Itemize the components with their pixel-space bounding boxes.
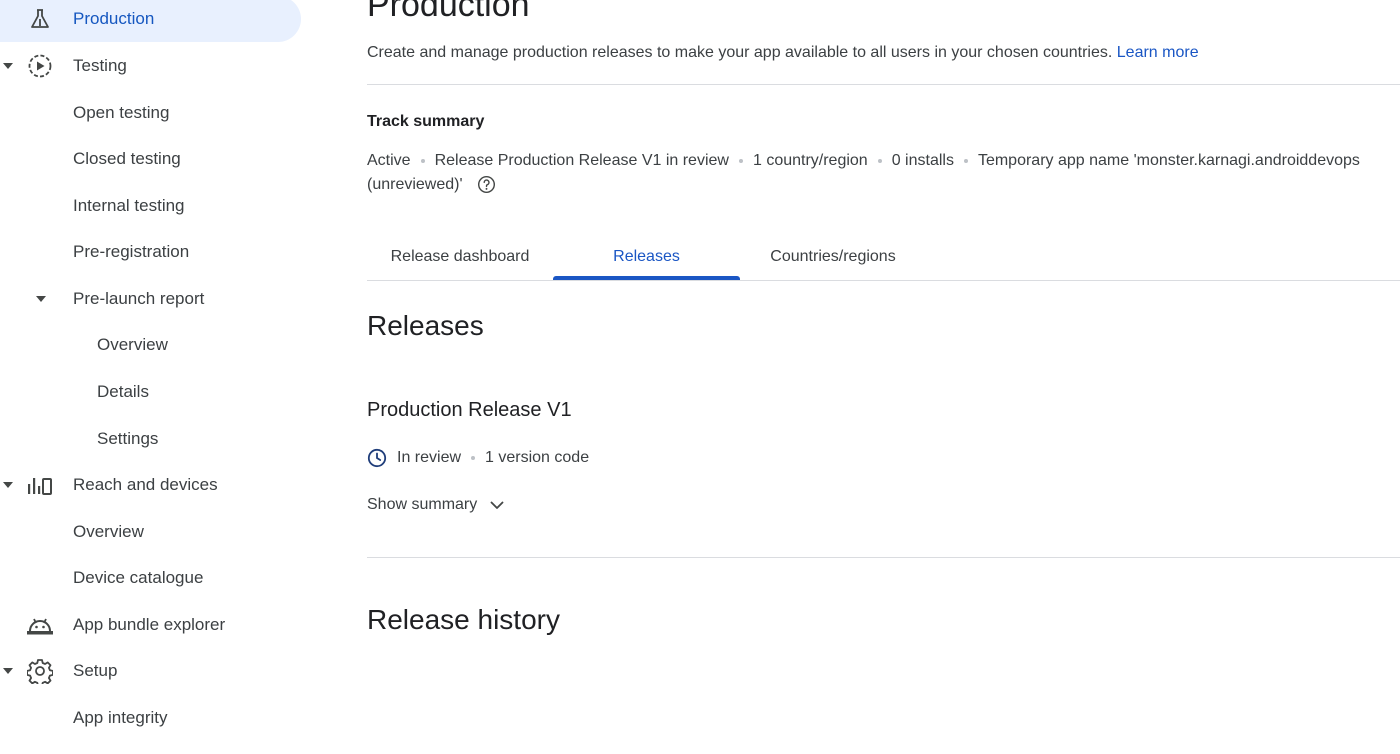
track-status: Active [367, 152, 411, 169]
learn-more-link[interactable]: Learn more [1117, 44, 1199, 61]
sidebar-item-pre-launch-settings[interactable]: Settings [0, 416, 301, 462]
sidebar-item-label: Details [97, 382, 149, 401]
sidebar-item-label: Internal testing [73, 196, 185, 215]
chevron-down-icon [489, 497, 505, 513]
sidebar-item-production[interactable]: Production [0, 0, 301, 42]
sidebar: Production Testing Open testing Closed t… [0, 0, 330, 754]
production-icon [26, 5, 54, 33]
sidebar-item-device-catalogue[interactable]: Device catalogue [0, 555, 301, 601]
page: Production Testing Open testing Closed t… [0, 0, 1400, 754]
track-summary-label: Track summary [367, 113, 485, 130]
tab-countries-regions[interactable]: Countries/regions [740, 234, 926, 280]
sidebar-item-label: Reach and devices [73, 475, 218, 494]
testing-icon [26, 52, 54, 80]
main-content: Production Create and manage production … [367, 0, 1400, 754]
sidebar-item-pre-launch-details[interactable]: Details [0, 369, 301, 415]
chevron-down-icon[interactable] [3, 668, 13, 674]
track-installs: 0 installs [891, 152, 954, 169]
page-title: Production [367, 0, 530, 24]
chevron-down-icon[interactable] [3, 63, 13, 69]
track-summary-details-cont: (unreviewed)' [367, 175, 496, 194]
sidebar-item-label: Setup [73, 661, 118, 680]
release-status-row: In review 1 version code [367, 448, 589, 468]
sidebar-item-label: Settings [97, 429, 159, 448]
release-version-codes: 1 version code [485, 449, 590, 466]
sidebar-item-label: Closed testing [73, 149, 181, 168]
separator-dot [420, 158, 425, 163]
release-history-heading: Release history [367, 604, 560, 635]
sidebar-item-pre-launch-overview[interactable]: Overview [0, 322, 301, 368]
sidebar-item-app-bundle-explorer[interactable]: App bundle explorer [0, 602, 301, 648]
release-status: In review [397, 449, 462, 466]
sidebar-item-testing[interactable]: Testing [0, 43, 301, 89]
chevron-down-icon[interactable] [36, 296, 46, 302]
sidebar-item-label: App integrity [73, 708, 168, 727]
sidebar-item-pre-registration[interactable]: Pre-registration [0, 229, 301, 275]
tab-releases[interactable]: Releases [553, 234, 740, 280]
sidebar-item-label: Production [73, 9, 155, 28]
gear-icon [26, 657, 54, 685]
sidebar-item-label: Overview [97, 335, 168, 354]
sidebar-item-reach-and-devices[interactable]: Reach and devices [0, 462, 301, 508]
sidebar-item-internal-testing[interactable]: Internal testing [0, 183, 301, 229]
reach-devices-icon [26, 471, 54, 499]
track-app-name: Temporary app name 'monster.karnagi.andr… [977, 152, 1360, 169]
track-summary-details: Active Release Production Release V1 in r… [367, 152, 1360, 170]
separator-dot [963, 158, 968, 163]
separator-dot [471, 456, 476, 460]
sidebar-item-app-integrity[interactable]: App integrity [0, 695, 301, 741]
release-divider [367, 557, 1400, 558]
show-summary-button[interactable]: Show summary [367, 496, 505, 514]
sidebar-item-open-testing[interactable]: Open testing [0, 90, 301, 136]
release-name: Production Release V1 [367, 399, 572, 421]
chevron-down-icon[interactable] [3, 482, 13, 488]
tab-bar: Release dashboard Releases Countries/reg… [367, 234, 1400, 282]
sidebar-item-label: Device catalogue [73, 568, 204, 587]
sidebar-item-reach-overview[interactable]: Overview [0, 509, 301, 555]
header-divider [367, 84, 1400, 85]
sidebar-item-closed-testing[interactable]: Closed testing [0, 136, 301, 182]
tab-divider [367, 280, 1400, 281]
show-summary-label: Show summary [367, 496, 478, 513]
sidebar-item-label: Pre-registration [73, 242, 190, 261]
track-countries: 1 country/region [752, 152, 868, 169]
clock-icon [367, 448, 387, 468]
sidebar-item-label: App bundle explorer [73, 615, 226, 634]
separator-dot [877, 158, 882, 163]
help-icon[interactable] [477, 175, 496, 194]
sidebar-item-pre-launch-report[interactable]: Pre-launch report [0, 276, 301, 322]
track-app-name-cont: (unreviewed)' [367, 175, 463, 193]
sidebar-item-setup[interactable]: Setup [0, 648, 301, 694]
track-release: Release Production Release V1 in review [434, 152, 729, 169]
android-bundle-icon [26, 611, 54, 639]
tab-release-dashboard[interactable]: Release dashboard [367, 234, 553, 280]
page-description: Create and manage production releases to… [367, 44, 1199, 62]
sidebar-item-label: Pre-launch report [73, 289, 205, 308]
separator-dot [738, 158, 743, 163]
sidebar-item-label: Overview [73, 522, 144, 541]
releases-heading: Releases [367, 310, 484, 341]
sidebar-item-label: Open testing [73, 103, 170, 122]
page-description-text: Create and manage production releases to… [367, 44, 1113, 61]
sidebar-item-label: Testing [73, 56, 127, 75]
